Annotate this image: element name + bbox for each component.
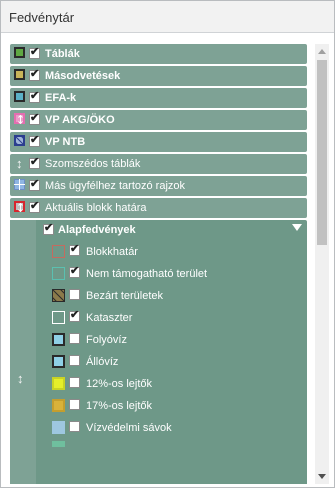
solid-square-icon [52,377,65,390]
sublayer-row-folyoviz[interactable]: Folyóvíz [36,330,307,350]
hatched-square-icon [52,289,65,302]
layer-checkbox[interactable]: ✔ [29,178,40,191]
layer-label: Táblák [45,48,80,60]
layer-panel: Fedvénytár ✔ Táblák ✔ Másodvetések ✔ EFA… [0,0,335,488]
triangle-down-icon[interactable] [292,224,302,231]
sublayer-row-nem-tamogathato[interactable]: ✔ Nem támogatható terület [36,264,307,284]
layer-checkbox[interactable]: ✔ [29,46,40,59]
layer-label: VP AKG/ÖKO [45,114,115,126]
solid-square-icon [52,333,65,346]
layer-checkbox[interactable]: ✔ [29,68,40,81]
layer-checkbox[interactable]: ✔ [69,309,80,322]
sublayer-row-alloviz[interactable]: Állóvíz [36,352,307,372]
layer-checkbox[interactable] [69,289,80,300]
layer-checkbox[interactable]: ✔ [69,265,80,278]
check-icon: ✔ [70,243,80,255]
layer-label: Nem támogatható terület [86,268,208,280]
solid-square-icon [14,69,25,80]
layer-checkbox[interactable] [69,399,80,410]
layer-checkbox[interactable]: ✔ [29,200,40,213]
layer-label: Folyóvíz [86,334,127,346]
layer-row-mas-ugyfel[interactable]: ✔ Más ügyfélhez tartozó rajzok [10,176,307,196]
layer-label: Kataszter [86,312,133,324]
scroll-thumb[interactable] [317,60,327,245]
red-vertical-arrows-icon [14,201,25,212]
check-icon: ✔ [30,46,40,58]
outline-square-icon [52,311,65,324]
sublayer-row-bezart-teruletek[interactable]: Bezárt területek [36,286,307,306]
group-checkbox[interactable]: ✔ [43,222,54,235]
layer-label: Állóvíz [86,356,119,368]
layer-row-szomszedos-tablak[interactable]: ↕ ✔ Szomszédos táblák [10,154,307,174]
layer-label: Másodvetések [45,70,121,82]
layer-checkbox[interactable] [69,377,80,388]
sublayer-row-vizvedelmi-savok[interactable]: Vízvédelmi sávok [36,418,307,438]
check-icon: ✔ [30,134,40,146]
layer-label: EFA-k [45,92,77,104]
check-icon: ✔ [70,265,80,277]
check-icon: ✔ [30,200,40,212]
sublayer-row-partial [36,440,307,460]
layer-group-alapfedvenyek: ↕ ✔ Alapfedvények ✔ Blokkhatár ✔ Nem tám… [10,220,307,484]
solid-square-icon [52,441,65,447]
hatched-square-icon [14,135,25,146]
solid-square-icon [52,355,65,368]
layer-checkbox[interactable] [69,421,80,432]
layer-row-aktualis-blokk[interactable]: ✔ Aktuális blokk határa [10,198,307,218]
layer-list: ✔ Táblák ✔ Másodvetések ✔ EFA-k ✔ VP AKG… [10,44,313,484]
grid-square-icon [14,179,25,190]
layer-checkbox[interactable]: ✔ [29,112,40,125]
check-icon: ✔ [30,156,40,168]
panel-title: Fedvénytár [9,10,75,25]
layer-checkbox[interactable]: ✔ [69,243,80,256]
solid-square-icon [14,47,25,58]
check-icon: ✔ [30,90,40,102]
layer-label: Blokkhatár [86,246,138,258]
vertical-scrollbar[interactable] [315,44,329,484]
layer-label: 17%-os lejtők [86,400,153,412]
check-icon: ✔ [44,222,54,234]
check-icon: ✔ [30,178,40,190]
check-icon: ✔ [70,309,80,321]
outline-square-icon [52,245,65,258]
layer-label: Vízvédelmi sávok [86,422,172,434]
group-header[interactable]: ✔ Alapfedvények [36,220,307,240]
layer-row-efa[interactable]: ✔ EFA-k [10,88,307,108]
layer-row-masodvetesek[interactable]: ✔ Másodvetések [10,66,307,86]
layer-row-tablak[interactable]: ✔ Táblák [10,44,307,64]
scroll-down-arrow-icon[interactable] [318,474,326,479]
sublayer-row-kataszter[interactable]: ✔ Kataszter [36,308,307,328]
group-label: Alapfedvények [58,224,136,236]
layer-label: Bezárt területek [86,290,164,302]
check-icon: ✔ [30,112,40,124]
layer-label: Más ügyfélhez tartozó rajzok [45,180,186,192]
layer-label: Aktuális blokk határa [45,202,147,214]
layer-row-vp-ntb[interactable]: ✔ VP NTB [10,132,307,152]
sublayer-row-blokkhatar[interactable]: ✔ Blokkhatár [36,242,307,262]
scroll-up-arrow-icon[interactable] [318,49,326,54]
vertical-arrows-icon: ↕ [17,371,24,386]
sublayer-row-17-lejtok[interactable]: 17%-os lejtők [36,396,307,416]
check-icon: ✔ [30,68,40,80]
pink-vertical-arrows-icon [14,113,25,124]
layer-checkbox[interactable] [69,333,80,344]
sublayer-row-12-lejtok[interactable]: 12%-os lejtők [36,374,307,394]
layer-label: Szomszédos táblák [45,158,141,170]
group-drag-handle[interactable]: ↕ [10,220,36,484]
layer-label: 12%-os lejtők [86,378,153,390]
layer-checkbox[interactable] [69,355,80,366]
outline-square-icon [52,267,65,280]
vertical-arrows-icon: ↕ [16,156,23,171]
panel-header: Fedvénytár [1,1,334,33]
solid-square-icon [52,399,65,412]
layer-checkbox[interactable]: ✔ [29,134,40,147]
layer-checkbox[interactable]: ✔ [29,90,40,103]
layer-checkbox[interactable]: ✔ [29,156,40,169]
layer-label: VP NTB [45,136,86,148]
layer-row-vp-akg-oko[interactable]: ✔ VP AKG/ÖKO [10,110,307,130]
dotted-square-icon [52,421,65,434]
solid-square-icon [14,91,25,102]
